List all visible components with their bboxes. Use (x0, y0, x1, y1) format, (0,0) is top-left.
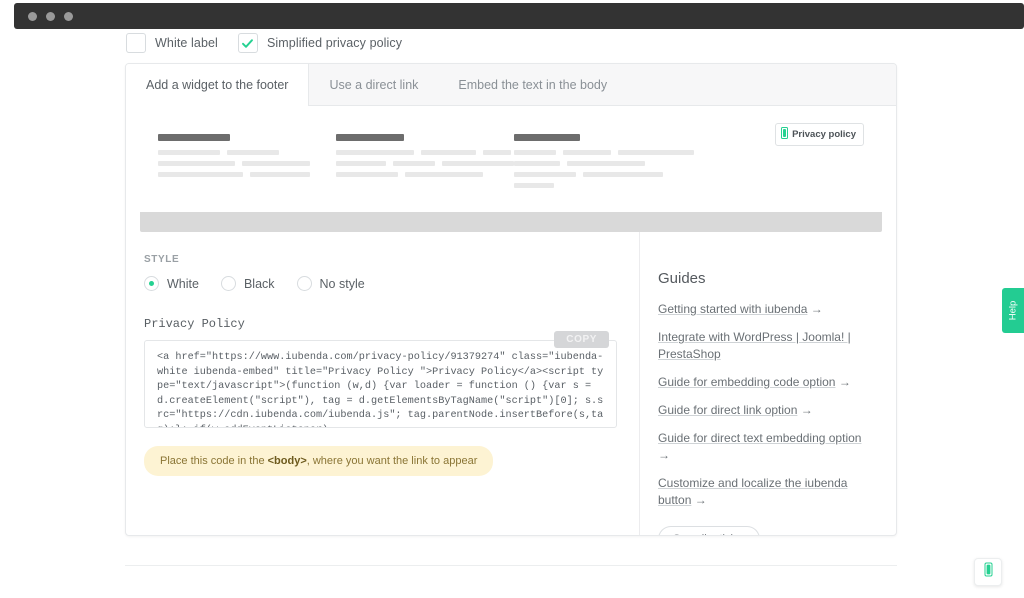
style-radio-group: White Black No style (144, 276, 617, 291)
placement-notice: Place this code in the <body>, where you… (144, 446, 494, 476)
copy-button[interactable]: COPY (554, 331, 609, 348)
tab-use-a-direct-link[interactable]: Use a direct link (309, 64, 438, 105)
skeleton-line (158, 161, 336, 166)
skeleton-line (514, 172, 694, 177)
skeleton-line (158, 150, 336, 155)
style-radio-no-style[interactable]: No style (296, 276, 365, 291)
skeleton-heading (158, 134, 230, 141)
card-body: STYLE White Black No style Privacy Polic… (126, 232, 896, 535)
guides-pane: Guides Getting started with iubenda → In… (640, 232, 896, 535)
style-radio-black-label: Black (243, 276, 275, 291)
guide-link-label: Customize and localize the iubenda butto… (658, 476, 848, 507)
checkmark-icon (241, 37, 254, 50)
embed-code-text: <a href="https://www.iubenda.com/privacy… (157, 352, 604, 427)
skeleton-line (514, 161, 694, 166)
guide-link-direct-text-embedding[interactable]: Guide for direct text embedding option → (658, 430, 872, 464)
guide-link-label: Guide for embedding code option (658, 375, 836, 389)
guide-link-direct-link[interactable]: Guide for direct link option → (658, 402, 872, 419)
privacy-policy-badge[interactable]: Privacy policy (775, 123, 864, 146)
footer-preview-canvas: Privacy policy (140, 120, 882, 212)
skeleton-column (514, 134, 694, 212)
window-minimize-dot[interactable] (46, 11, 55, 21)
guide-link-getting-started[interactable]: Getting started with iubenda → (658, 301, 872, 318)
skeleton-line (514, 183, 694, 188)
embed-code-box[interactable]: <a href="https://www.iubenda.com/privacy… (144, 340, 617, 428)
white-label-label: White label (155, 36, 218, 50)
white-label-checkbox[interactable] (126, 33, 146, 53)
code-zone: COPY <a href="https://www.iubenda.com/pr… (144, 331, 617, 428)
tab-bar: Add a widget to the footer Use a direct … (126, 64, 896, 106)
iubenda-shield-icon (984, 562, 993, 582)
code-section-title: Privacy Policy (144, 317, 245, 331)
embed-config-pane: STYLE White Black No style Privacy Polic… (126, 232, 640, 535)
arrow-right-icon: → (800, 403, 813, 417)
skeleton-line (514, 150, 694, 155)
guide-link-label: Guide for direct text embedding option (658, 431, 862, 445)
style-section-label: STYLE (144, 254, 180, 265)
skeleton-line (336, 150, 514, 155)
radio-pip (149, 281, 154, 286)
placement-notice-suffix: , where you want the link to appear (306, 455, 478, 467)
placement-notice-code: <body> (267, 455, 307, 467)
style-radio-white-label: White (167, 276, 199, 291)
footer-preview: Privacy policy (140, 120, 882, 232)
skeleton-heading (336, 134, 404, 141)
iubenda-floating-button[interactable] (974, 558, 1002, 586)
skeleton-column (336, 134, 514, 212)
browser-title-bar (14, 3, 1024, 29)
skeleton-line (336, 161, 514, 166)
skeleton-heading (514, 134, 580, 141)
help-tab-label: Help (1007, 300, 1019, 321)
window-close-dot[interactable] (28, 11, 37, 21)
iubenda-shield-icon (781, 127, 789, 142)
arrow-right-icon: → (838, 375, 851, 389)
style-radio-black[interactable]: Black (220, 276, 275, 291)
style-radio-no-style-label: No style (319, 276, 365, 291)
skeleton-line (158, 172, 336, 177)
simplified-privacy-policy-checkbox[interactable] (237, 33, 258, 53)
skeleton-column (158, 134, 336, 212)
see-all-articles-button[interactable]: See all articles (658, 526, 760, 535)
placement-notice-prefix: Place this code in the (160, 455, 268, 467)
options-row: White label Simplified privacy policy (126, 33, 422, 53)
simplified-privacy-policy-label: Simplified privacy policy (266, 36, 403, 50)
guide-link-label: Getting started with iubenda (658, 302, 808, 316)
arrow-right-icon: → (810, 302, 823, 316)
arrow-right-icon: → (658, 448, 670, 462)
guide-link-customize-button[interactable]: Customize and localize the iubenda butto… (658, 475, 872, 509)
help-tab-button[interactable]: Help (1002, 288, 1024, 333)
guide-link-label: Integrate with WordPress | Joomla! | Pre… (658, 330, 851, 361)
arrow-right-icon: → (694, 493, 707, 507)
guide-link-embedding-code[interactable]: Guide for embedding code option → (658, 374, 872, 391)
style-radio-white[interactable]: White (144, 276, 199, 291)
embed-options-card: Add a widget to the footer Use a direct … (125, 63, 897, 536)
skeleton-line (336, 172, 514, 177)
guide-link-integrate-cms[interactable]: Integrate with WordPress | Joomla! | Pre… (658, 329, 872, 363)
guides-title: Guides (658, 270, 706, 287)
page-divider (125, 565, 897, 566)
tab-add-widget-to-footer[interactable]: Add a widget to the footer (126, 64, 310, 106)
privacy-policy-badge-label: Privacy policy (792, 129, 856, 140)
guide-link-label: Guide for direct link option (658, 403, 798, 417)
window-maximize-dot[interactable] (64, 11, 73, 21)
tab-embed-text-in-body[interactable]: Embed the text in the body (438, 64, 627, 105)
